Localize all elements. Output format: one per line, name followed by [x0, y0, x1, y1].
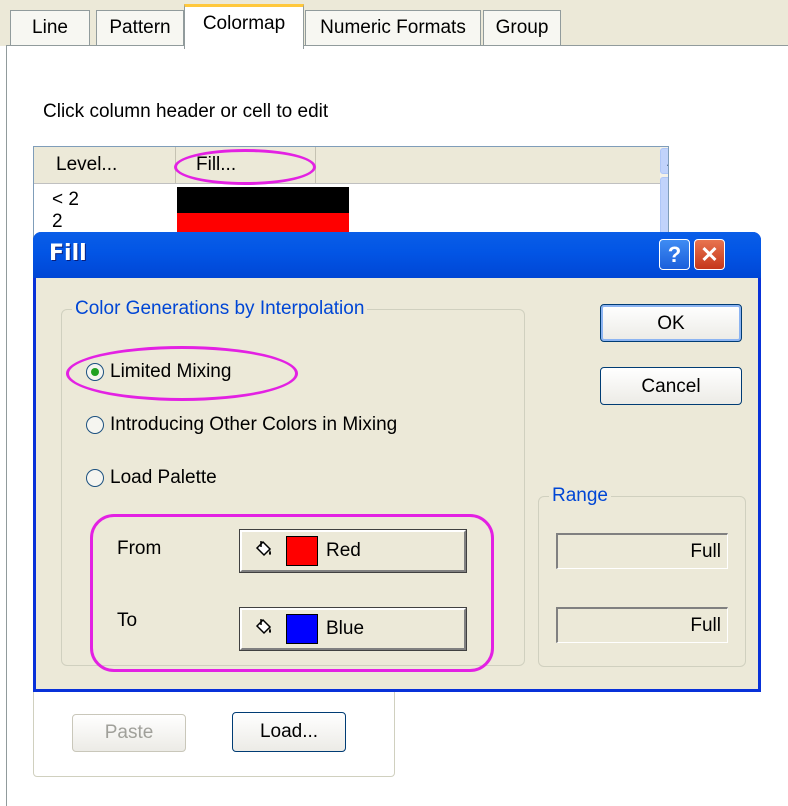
grid-header: Level... Fill... — [34, 147, 668, 184]
radio-label: Limited Mixing — [110, 361, 232, 382]
tab-line[interactable]: Line — [10, 10, 90, 45]
scroll-up-arrow-icon[interactable]: ▲ — [660, 148, 668, 174]
dialog-title-bar[interactable]: Fill ? ✕ — [33, 232, 761, 278]
ok-button[interactable]: OK — [600, 304, 742, 342]
to-color-button[interactable]: Blue — [239, 607, 467, 651]
dialog-title: Fill — [49, 241, 87, 266]
paste-button[interactable]: Paste — [72, 714, 186, 752]
radio-label: Introducing Other Colors in Mixing — [110, 414, 398, 435]
level-cell[interactable]: 2 — [52, 211, 63, 233]
fill-cell-swatch[interactable] — [177, 187, 349, 213]
radio-label: Load Palette — [110, 467, 217, 488]
column-header-level[interactable]: Level... — [34, 147, 176, 183]
tab-numeric-formats[interactable]: Numeric Formats — [305, 10, 481, 45]
column-header-fill[interactable]: Fill... — [176, 147, 316, 183]
from-color-button[interactable]: Red — [239, 529, 467, 573]
radio-selected-icon[interactable] — [86, 363, 104, 381]
radio-introducing-other-colors[interactable]: Introducing Other Colors in Mixing — [86, 413, 397, 437]
paint-bucket-icon — [255, 618, 272, 635]
instruction-text: Click column header or cell to edit — [43, 101, 329, 122]
fill-dialog: Fill ? ✕ Color Generations by Interpolat… — [33, 232, 761, 692]
scroll-thumb[interactable] — [660, 177, 668, 239]
range-to-field[interactable]: Full — [556, 607, 728, 643]
radio-unselected-icon[interactable] — [86, 416, 104, 434]
tab-bar: Line Pattern Colormap Numeric Formats Gr… — [0, 0, 788, 49]
from-color-swatch — [286, 536, 318, 566]
tab-pattern[interactable]: Pattern — [96, 10, 184, 45]
tab-group[interactable]: Group — [483, 10, 561, 45]
close-icon[interactable]: ✕ — [694, 239, 725, 270]
cancel-button[interactable]: Cancel — [600, 367, 742, 405]
paint-bucket-icon — [255, 540, 272, 557]
radio-unselected-icon[interactable] — [86, 469, 104, 487]
interpolation-group-label: Color Generations by Interpolation — [75, 298, 365, 319]
to-color-name: Blue — [326, 618, 365, 639]
tab-colormap[interactable]: Colormap — [184, 4, 304, 49]
level-cell[interactable]: < 2 — [52, 189, 79, 211]
to-color-swatch — [286, 614, 318, 644]
help-icon[interactable]: ? — [659, 239, 690, 270]
from-label: From — [117, 538, 162, 559]
range-group-label: Range — [552, 485, 608, 506]
to-label: To — [117, 610, 138, 631]
radio-limited-mixing[interactable]: Limited Mixing — [86, 360, 231, 384]
range-from-field[interactable]: Full — [556, 533, 728, 569]
radio-load-palette[interactable]: Load Palette — [86, 466, 217, 490]
from-color-name: Red — [326, 540, 361, 561]
load-button[interactable]: Load... — [232, 712, 346, 752]
